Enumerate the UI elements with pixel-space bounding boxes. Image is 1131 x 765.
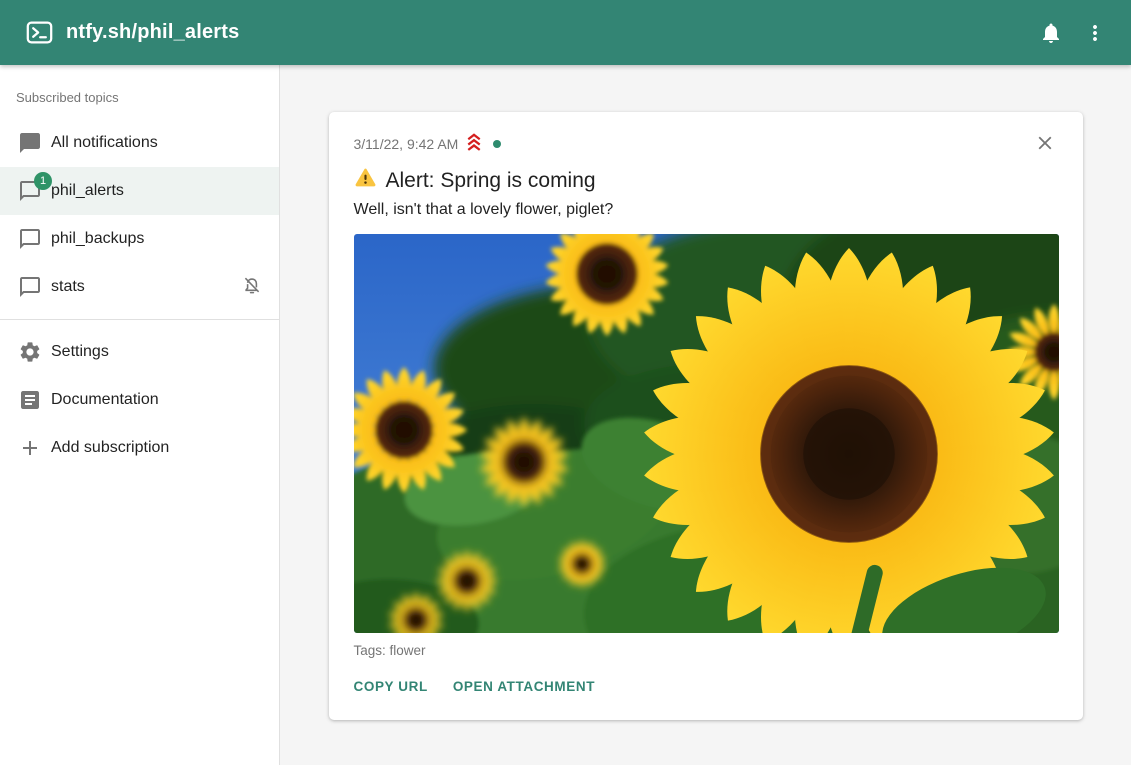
sidebar-item-label: phil_backups xyxy=(51,230,144,248)
sidebar-item-all-notifications[interactable]: All notifications xyxy=(0,119,279,167)
sidebar-item-phil-alerts[interactable]: 1 phil_alerts xyxy=(0,167,279,215)
notification-title-row: Alert: Spring is coming xyxy=(354,166,1059,195)
notification-card: 3/11/22, 9:42 AM xyxy=(329,112,1083,720)
sidebar-divider xyxy=(0,319,279,320)
main-content: 3/11/22, 9:42 AM xyxy=(280,65,1131,765)
sidebar-item-phil-backups[interactable]: phil_backups xyxy=(0,215,279,263)
more-vert-icon xyxy=(1083,21,1107,45)
gear-icon xyxy=(18,340,42,364)
notification-header: 3/11/22, 9:42 AM xyxy=(354,130,1059,158)
overflow-menu-button[interactable] xyxy=(1073,11,1117,55)
notification-title: Alert: Spring is coming xyxy=(386,169,596,193)
chat-outline-icon: 1 xyxy=(18,179,42,203)
chat-filled-icon xyxy=(18,131,42,155)
unread-badge: 1 xyxy=(34,172,52,190)
sidebar: Subscribed topics All notifications 1 ph… xyxy=(0,65,280,765)
bell-icon xyxy=(1039,21,1063,45)
open-attachment-button[interactable]: OPEN ATTACHMENT xyxy=(453,671,595,702)
article-icon xyxy=(18,388,42,412)
app-bar: ntfy.sh/phil_alerts xyxy=(0,0,1131,65)
sidebar-item-stats[interactable]: stats xyxy=(0,263,279,311)
ntfy-logo-icon xyxy=(26,19,53,46)
sidebar-item-label: Settings xyxy=(51,343,109,361)
sidebar-item-label: All notifications xyxy=(51,134,158,152)
notification-body: Well, isn't that a lovely flower, piglet… xyxy=(354,201,1059,219)
chat-outline-icon xyxy=(18,227,42,251)
notification-timestamp: 3/11/22, 9:42 AM xyxy=(354,136,459,152)
attachment-image[interactable] xyxy=(354,234,1059,633)
app-title: ntfy.sh/phil_alerts xyxy=(66,21,239,44)
warning-icon xyxy=(354,166,377,195)
sidebar-item-add-subscription[interactable]: Add subscription xyxy=(0,424,279,472)
notifications-button[interactable] xyxy=(1029,11,1073,55)
subscribed-topics-label: Subscribed topics xyxy=(0,75,279,119)
unread-dot-icon xyxy=(493,140,501,148)
priority-max-icon xyxy=(463,132,485,157)
sidebar-item-label: stats xyxy=(51,278,85,296)
sidebar-item-settings[interactable]: Settings xyxy=(0,328,279,376)
plus-icon xyxy=(18,436,42,460)
sidebar-item-label: Add subscription xyxy=(51,439,169,457)
sidebar-item-label: phil_alerts xyxy=(51,182,124,200)
notifications-muted-icon xyxy=(241,274,263,301)
notification-actions: COPY URL OPEN ATTACHMENT xyxy=(354,671,1059,702)
copy-url-button[interactable]: COPY URL xyxy=(354,671,428,702)
close-notification-button[interactable] xyxy=(1031,130,1059,158)
notification-tags: Tags: flower xyxy=(354,643,1059,658)
sidebar-item-documentation[interactable]: Documentation xyxy=(0,376,279,424)
close-icon xyxy=(1034,132,1056,157)
sidebar-item-label: Documentation xyxy=(51,391,159,409)
chat-outline-icon xyxy=(18,275,42,299)
